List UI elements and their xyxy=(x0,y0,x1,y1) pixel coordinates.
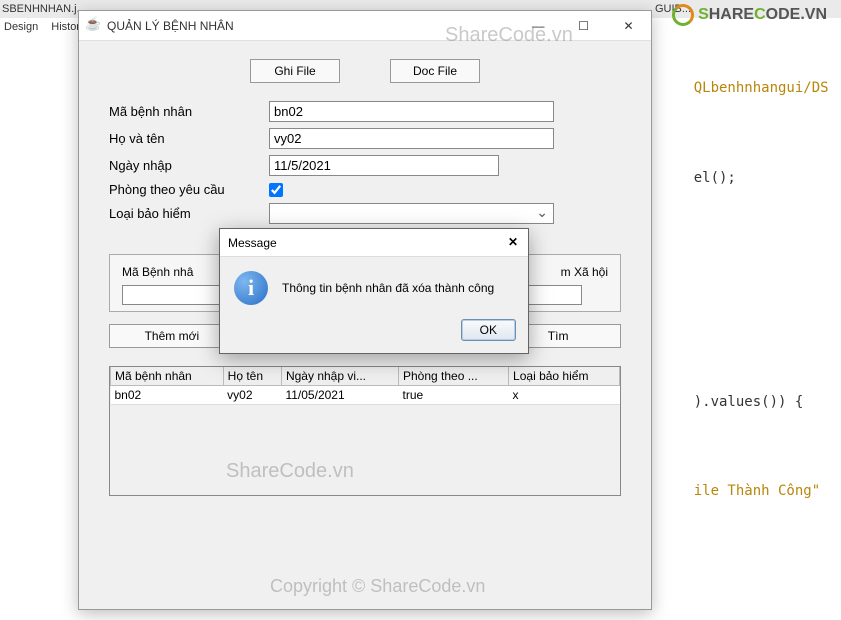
doc-file-button[interactable]: Doc File xyxy=(390,59,480,83)
ok-button[interactable]: OK xyxy=(461,319,516,341)
input-ngay[interactable] xyxy=(269,155,499,176)
checkbox-phong[interactable] xyxy=(269,183,283,197)
combo-loai[interactable] xyxy=(269,203,554,224)
close-button[interactable]: ✕ xyxy=(606,11,651,41)
window-title: QUẢN LÝ BỆNH NHÂN xyxy=(107,19,234,33)
ide-subtabs: Design Histor... xyxy=(0,18,89,36)
input-ma[interactable] xyxy=(269,101,554,122)
dialog-title-text: Message xyxy=(228,236,277,250)
label-ma: Mã bệnh nhân xyxy=(109,104,269,119)
design-tab[interactable]: Design xyxy=(4,21,38,33)
label-loai: Loại bảo hiểm xyxy=(109,206,269,221)
col-phong[interactable]: Phòng theo ... xyxy=(399,367,509,386)
ide-tab[interactable]: SBENHNHAN.j... xyxy=(2,3,86,15)
search-label-ma: Mã Bệnh nhâ xyxy=(122,265,193,279)
them-moi-button[interactable]: Thêm mới xyxy=(109,324,235,348)
label-ngay: Ngày nhập xyxy=(109,158,269,173)
input-hoten[interactable] xyxy=(269,128,554,149)
java-icon xyxy=(85,18,101,34)
table-row[interactable]: bn02 vy02 11/05/2021 true x xyxy=(111,386,620,405)
ghi-file-button[interactable]: Ghi File xyxy=(250,59,340,83)
message-dialog: Message ✕ i Thông tin bệnh nhân đã xóa t… xyxy=(219,228,529,354)
info-icon: i xyxy=(234,271,268,305)
sharecode-logo: SHARECODE.VN xyxy=(672,4,827,26)
maximize-button[interactable]: ☐ xyxy=(561,11,606,41)
col-ma[interactable]: Mã bệnh nhân xyxy=(111,367,224,386)
minimize-button[interactable]: — xyxy=(516,11,561,41)
patient-table[interactable]: Mã bệnh nhân Họ tên Ngày nhập vi... Phòn… xyxy=(109,366,621,496)
titlebar[interactable]: QUẢN LÝ BỆNH NHÂN — ☐ ✕ xyxy=(79,11,651,41)
search-label-bhxh: m Xã hội xyxy=(561,265,608,279)
col-ngay[interactable]: Ngày nhập vi... xyxy=(281,367,398,386)
label-hoten: Họ và tên xyxy=(109,131,269,146)
dialog-titlebar[interactable]: Message ✕ xyxy=(220,229,528,257)
label-phong: Phòng theo yêu cầu xyxy=(109,182,269,197)
dialog-message: Thông tin bệnh nhân đã xóa thành công xyxy=(282,281,494,295)
col-hoten[interactable]: Họ tên xyxy=(223,367,281,386)
col-loai[interactable]: Loại bảo hiểm xyxy=(509,367,620,386)
logo-swirl-icon xyxy=(672,4,694,26)
dialog-close-button[interactable]: ✕ xyxy=(502,232,524,252)
code-snippet: QLbenhnhangui/DS el(); ).values()) { ile… xyxy=(660,55,829,525)
